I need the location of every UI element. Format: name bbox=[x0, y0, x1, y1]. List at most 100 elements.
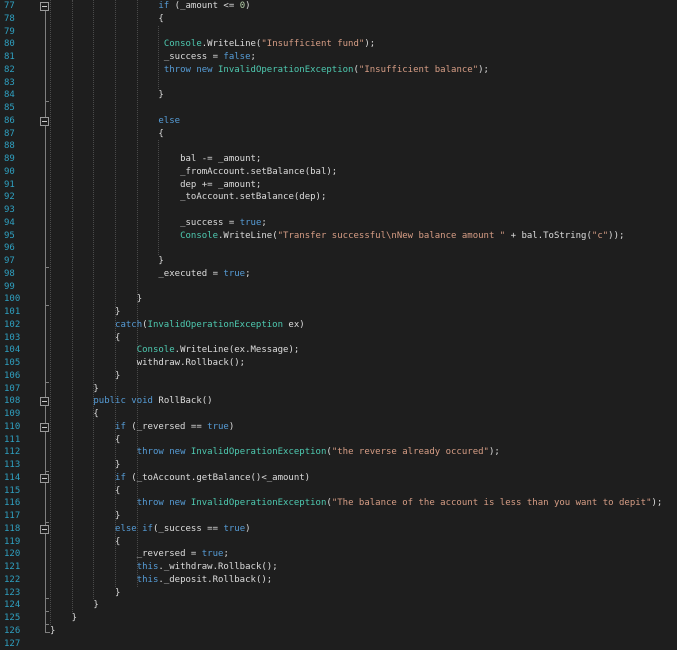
line-number[interactable]: 107 bbox=[4, 383, 20, 396]
line-number[interactable]: 80 bbox=[4, 38, 15, 51]
line-number[interactable]: 115 bbox=[4, 485, 20, 498]
code-line-83[interactable]: 83 bbox=[0, 77, 677, 90]
line-number[interactable]: 90 bbox=[4, 166, 15, 179]
line-number[interactable]: 83 bbox=[4, 77, 15, 90]
code-line-105[interactable]: 105 withdraw.Rollback(); bbox=[0, 357, 677, 370]
line-number[interactable]: 94 bbox=[4, 217, 15, 230]
line-number[interactable]: 112 bbox=[4, 446, 20, 459]
line-number[interactable]: 123 bbox=[4, 587, 20, 600]
code-line-77[interactable]: 77 if (_amount <= 0) bbox=[0, 0, 677, 13]
line-number[interactable]: 85 bbox=[4, 102, 15, 115]
code-line-110[interactable]: 110 if (_reversed == true) bbox=[0, 421, 677, 434]
fold-toggle-line-118[interactable] bbox=[40, 524, 49, 534]
code-line-87[interactable]: 87 { bbox=[0, 128, 677, 141]
line-number[interactable]: 117 bbox=[4, 510, 20, 523]
code-line-78[interactable]: 78 { bbox=[0, 13, 677, 26]
line-number[interactable]: 101 bbox=[4, 306, 20, 319]
code-line-108[interactable]: 108 public void RollBack() bbox=[0, 395, 677, 408]
fold-toggle-line-108[interactable] bbox=[40, 397, 49, 407]
code-line-106[interactable]: 106} bbox=[0, 370, 677, 383]
code-line-119[interactable]: 119 { bbox=[0, 536, 677, 549]
code-line-86[interactable]: 86 else bbox=[0, 115, 677, 128]
code-line-80[interactable]: 80 Console.WriteLine("Insufficient fund")… bbox=[0, 38, 677, 51]
code-line-104[interactable]: 104 Console.WriteLine(ex.Message); bbox=[0, 344, 677, 357]
line-number[interactable]: 110 bbox=[4, 421, 20, 434]
line-number[interactable]: 89 bbox=[4, 153, 15, 166]
line-number[interactable]: 102 bbox=[4, 319, 20, 332]
code-line-114[interactable]: 114 if (_toAccount.getBalance()<_amount) bbox=[0, 472, 677, 485]
line-number[interactable]: 100 bbox=[4, 293, 20, 306]
code-editor[interactable]: 77 if (_amount <= 0) 78 {79 80 Console.WriteL… bbox=[0, 0, 677, 650]
code-line-91[interactable]: 91 dep += _amount; bbox=[0, 179, 677, 192]
code-line-96[interactable]: 96 bbox=[0, 242, 677, 255]
code-line-109[interactable]: 109 { bbox=[0, 408, 677, 421]
line-number[interactable]: 95 bbox=[4, 230, 15, 243]
code-line-97[interactable]: 97} bbox=[0, 255, 677, 268]
code-line-126[interactable]: 126} bbox=[0, 625, 677, 638]
code-line-100[interactable]: 100} bbox=[0, 293, 677, 306]
code-line-93[interactable]: 93 bbox=[0, 204, 677, 217]
line-number[interactable]: 119 bbox=[4, 536, 20, 549]
code-line-123[interactable]: 123} bbox=[0, 587, 677, 600]
code-line-116[interactable]: 116 throw new InvalidOperationException("… bbox=[0, 497, 677, 510]
code-line-99[interactable]: 99 bbox=[0, 281, 677, 294]
code-line-98[interactable]: 98 _executed = true; bbox=[0, 268, 677, 281]
code-line-122[interactable]: 122 this._deposit.Rollback(); bbox=[0, 574, 677, 587]
line-number[interactable]: 121 bbox=[4, 561, 20, 574]
fold-toggle-line-77[interactable] bbox=[40, 2, 49, 11]
code-line-85[interactable]: 85 bbox=[0, 102, 677, 115]
code-line-95[interactable]: 95 Console.WriteLine("Transfer successful… bbox=[0, 230, 677, 243]
code-line-102[interactable]: 102 catch(InvalidOperationException ex) bbox=[0, 319, 677, 332]
code-line-115[interactable]: 115 { bbox=[0, 485, 677, 498]
code-line-90[interactable]: 90 _fromAccount.setBalance(bal); bbox=[0, 166, 677, 179]
line-number[interactable]: 108 bbox=[4, 395, 20, 408]
line-number[interactable]: 127 bbox=[4, 638, 20, 650]
code-line-124[interactable]: 124} bbox=[0, 599, 677, 612]
code-line-94[interactable]: 94 _success = true; bbox=[0, 217, 677, 230]
line-number[interactable]: 81 bbox=[4, 51, 15, 64]
line-number[interactable]: 103 bbox=[4, 332, 20, 345]
line-number[interactable]: 87 bbox=[4, 128, 15, 141]
line-number[interactable]: 105 bbox=[4, 357, 20, 370]
line-number[interactable]: 104 bbox=[4, 344, 20, 357]
code-line-79[interactable]: 79 bbox=[0, 26, 677, 39]
fold-toggle-line-114[interactable] bbox=[40, 473, 49, 483]
line-number[interactable]: 106 bbox=[4, 370, 20, 383]
code-line-121[interactable]: 121 this._withdraw.Rollback(); bbox=[0, 561, 677, 574]
line-number[interactable]: 118 bbox=[4, 523, 20, 536]
line-number[interactable]: 99 bbox=[4, 281, 15, 294]
code-line-92[interactable]: 92 _toAccount.setBalance(dep); bbox=[0, 191, 677, 204]
line-number[interactable]: 97 bbox=[4, 255, 15, 268]
code-line-84[interactable]: 84} bbox=[0, 89, 677, 102]
line-number[interactable]: 111 bbox=[4, 434, 20, 447]
line-number[interactable]: 77 bbox=[4, 0, 15, 13]
code-line-120[interactable]: 120 _reversed = true; bbox=[0, 548, 677, 561]
code-line-117[interactable]: 117} bbox=[0, 510, 677, 523]
line-number[interactable]: 113 bbox=[4, 459, 20, 472]
line-number[interactable]: 84 bbox=[4, 89, 15, 102]
line-number[interactable]: 114 bbox=[4, 472, 20, 485]
code-line-125[interactable]: 125} bbox=[0, 612, 677, 625]
line-number[interactable]: 88 bbox=[4, 140, 15, 153]
line-number[interactable]: 93 bbox=[4, 204, 15, 217]
code-line-113[interactable]: 113} bbox=[0, 459, 677, 472]
line-number[interactable]: 82 bbox=[4, 64, 15, 77]
line-number[interactable]: 96 bbox=[4, 242, 15, 255]
code-line-103[interactable]: 103 { bbox=[0, 332, 677, 345]
code-line-112[interactable]: 112 throw new InvalidOperationException("… bbox=[0, 446, 677, 459]
code-line-127[interactable]: 127 bbox=[0, 638, 677, 650]
code-line-81[interactable]: 81 _success = false; bbox=[0, 51, 677, 64]
code-line-101[interactable]: 101} bbox=[0, 306, 677, 319]
code-line-118[interactable]: 118 else if(_success == true) bbox=[0, 523, 677, 536]
line-number[interactable]: 98 bbox=[4, 268, 15, 281]
code-line-82[interactable]: 82 throw new InvalidOperationException("I… bbox=[0, 64, 677, 77]
line-number[interactable]: 126 bbox=[4, 625, 20, 638]
line-number[interactable]: 122 bbox=[4, 574, 20, 587]
code-line-89[interactable]: 89 bal -= _amount; bbox=[0, 153, 677, 166]
line-number[interactable]: 120 bbox=[4, 548, 20, 561]
line-number[interactable]: 86 bbox=[4, 115, 15, 128]
line-number[interactable]: 91 bbox=[4, 179, 15, 192]
code-line-111[interactable]: 111 { bbox=[0, 434, 677, 447]
line-number[interactable]: 116 bbox=[4, 497, 20, 510]
fold-toggle-line-86[interactable] bbox=[40, 116, 49, 126]
